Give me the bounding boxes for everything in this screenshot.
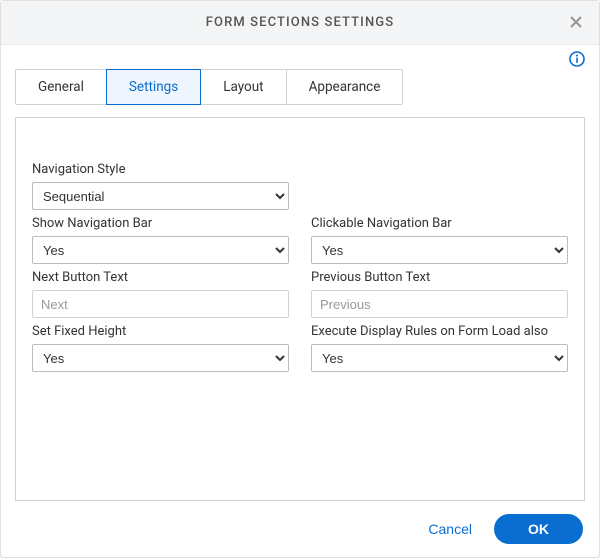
ok-button[interactable]: OK: [494, 514, 583, 544]
select-set-fixed-height[interactable]: Yes: [32, 344, 289, 372]
label-set-fixed-height: Set Fixed Height: [32, 324, 289, 339]
field-previous-button-text: Previous Button Text: [311, 270, 568, 318]
tab-layout[interactable]: Layout: [200, 69, 286, 105]
select-navigation-style[interactable]: Sequential: [32, 182, 289, 210]
field-execute-display-rules: Execute Display Rules on Form Load also …: [311, 324, 568, 372]
input-previous-button-text[interactable]: [311, 290, 568, 318]
form-grid: Navigation Style Sequential Show Navigat…: [24, 162, 576, 378]
field-navigation-style: Navigation Style Sequential: [32, 162, 289, 210]
cancel-button[interactable]: Cancel: [424, 515, 476, 543]
field-show-nav-bar: Show Navigation Bar Yes: [32, 216, 289, 264]
label-execute-display-rules: Execute Display Rules on Form Load also: [311, 324, 568, 339]
info-icon[interactable]: [569, 51, 585, 67]
field-clickable-nav-bar: Clickable Navigation Bar Yes: [311, 216, 568, 264]
input-next-button-text[interactable]: [32, 290, 289, 318]
form-sections-settings-dialog: FORM SECTIONS SETTINGS General Settings …: [0, 0, 600, 558]
close-icon[interactable]: [567, 13, 585, 31]
field-next-button-text: Next Button Text: [32, 270, 289, 318]
label-next-button-text: Next Button Text: [32, 270, 289, 285]
info-row: [1, 45, 599, 69]
label-clickable-nav-bar: Clickable Navigation Bar: [311, 216, 568, 231]
select-show-nav-bar[interactable]: Yes: [32, 236, 289, 264]
settings-content: Navigation Style Sequential Show Navigat…: [15, 117, 585, 501]
field-set-fixed-height: Set Fixed Height Yes: [32, 324, 289, 372]
dialog-title: FORM SECTIONS SETTINGS: [206, 15, 394, 30]
select-execute-display-rules[interactable]: Yes: [311, 344, 568, 372]
tabs: General Settings Layout Appearance: [1, 69, 599, 105]
label-navigation-style: Navigation Style: [32, 162, 289, 177]
dialog-header: FORM SECTIONS SETTINGS: [1, 1, 599, 45]
label-previous-button-text: Previous Button Text: [311, 270, 568, 285]
tab-general[interactable]: General: [15, 69, 107, 105]
tab-settings[interactable]: Settings: [106, 69, 201, 105]
select-clickable-nav-bar[interactable]: Yes: [311, 236, 568, 264]
dialog-footer: Cancel OK: [1, 501, 599, 557]
label-show-nav-bar: Show Navigation Bar: [32, 216, 289, 231]
tab-appearance[interactable]: Appearance: [286, 69, 404, 105]
